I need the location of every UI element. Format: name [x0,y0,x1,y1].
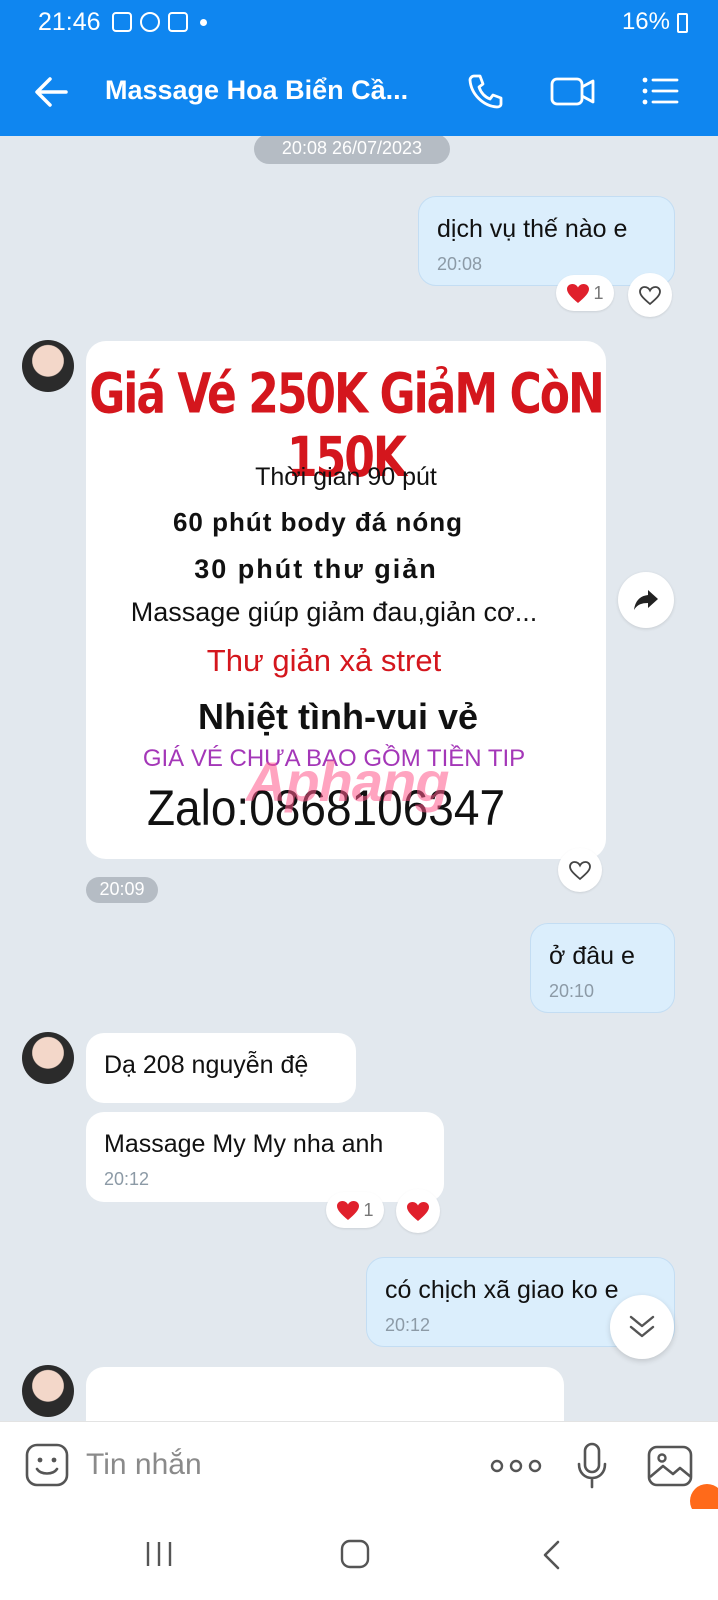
outgoing-message[interactable]: ở đâu e 20:10 [530,923,675,1013]
back-arrow-icon[interactable] [34,76,68,108]
message-text: ở đâu e [549,942,635,970]
status-time: 21:46 [38,8,101,36]
watermark: Aphang [246,750,449,813]
battery-icon [677,13,688,33]
video-call-icon[interactable] [550,72,596,110]
home-icon[interactable] [340,1539,370,1569]
message-text: có chịch xã giao ko e [385,1276,619,1304]
sticker-icon[interactable] [24,1442,70,1488]
scroll-to-bottom-button[interactable] [610,1295,674,1359]
phone-icon[interactable] [466,72,506,110]
image-line: Massage giúp giảm đau,giản cơ... [130,597,538,627]
message-time: 20:10 [549,981,595,1001]
double-chevron-down-icon [629,1315,655,1338]
image-line: 60 phút body đá nóng [172,507,464,537]
gallery-notification-icon [112,12,132,32]
react-button[interactable] [558,848,602,892]
reaction-count-badge[interactable]: 1 [556,275,614,311]
forward-arrow-icon [634,590,658,610]
message-text: Dạ 208 nguyễn đệ [104,1051,309,1079]
promo-image[interactable]: Giá Vé 250K GiảM CòN 150K Thời gian 90 p… [86,341,606,859]
heart-outline-icon [639,285,661,305]
heart-outline-icon [569,860,591,880]
image-time: 20:09 [86,877,158,903]
battery-percent: 16% [621,8,670,35]
back-nav-icon[interactable] [540,1539,564,1571]
date-separator: 20:08 26/07/2023 [254,136,450,164]
outgoing-message[interactable]: dịch vụ thế nào e 20:08 [418,196,675,286]
message-time: 20:12 [104,1169,150,1189]
notification-icons [112,12,207,32]
image-line: 30 phút thư giản [194,554,438,584]
reaction-count-badge[interactable]: 1 [326,1192,384,1228]
reaction-count: 1 [593,282,604,303]
chat-title[interactable]: Massage Hoa Biển Cầ... [105,75,425,106]
image-line: Thư giản xả stret [206,643,442,678]
messages-notification-icon [140,12,160,32]
message-list[interactable]: 20:08 26/07/2023 dịch vụ thế nào e 20:08… [0,136,718,1421]
message-text: Massage My My nha anh [104,1130,384,1158]
sender-avatar[interactable] [22,1365,74,1417]
sender-avatar[interactable] [22,1032,74,1084]
system-nav-bar [0,1509,718,1600]
app-notification-icon [168,12,188,32]
incoming-message[interactable]: Massage My My nha anh 20:12 [86,1112,444,1202]
heart-icon [407,1201,429,1221]
more-options-icon[interactable] [490,1458,542,1474]
incoming-message-partial[interactable] [86,1367,564,1421]
image-line: Thời gian 90 pút [255,463,437,491]
more-notifications-icon [200,18,207,26]
message-input[interactable]: Tin nhắn [86,1448,202,1482]
heart-icon [567,283,590,303]
chat-header: Massage Hoa Biển Cầ... [0,46,718,136]
incoming-message[interactable]: Dạ 208 nguyễn đệ [86,1033,356,1103]
microphone-icon[interactable] [576,1442,608,1490]
recent-apps-icon[interactable] [144,1539,174,1569]
react-button[interactable] [628,273,672,317]
menu-list-icon[interactable] [640,72,680,110]
message-text: dịch vụ thế nào e [437,215,628,243]
react-button[interactable] [396,1189,440,1233]
message-time: 20:08 [437,254,483,274]
status-bar: 21:46 16% [0,0,718,46]
message-input-bar: Tin nhắn [0,1421,718,1518]
reaction-count: 1 [363,1199,374,1220]
sender-avatar[interactable] [22,340,74,392]
image-line: Nhiệt tình-vui vẻ [197,696,479,737]
image-picker-icon[interactable] [646,1444,694,1488]
heart-icon [337,1200,360,1220]
share-button[interactable] [618,572,674,628]
